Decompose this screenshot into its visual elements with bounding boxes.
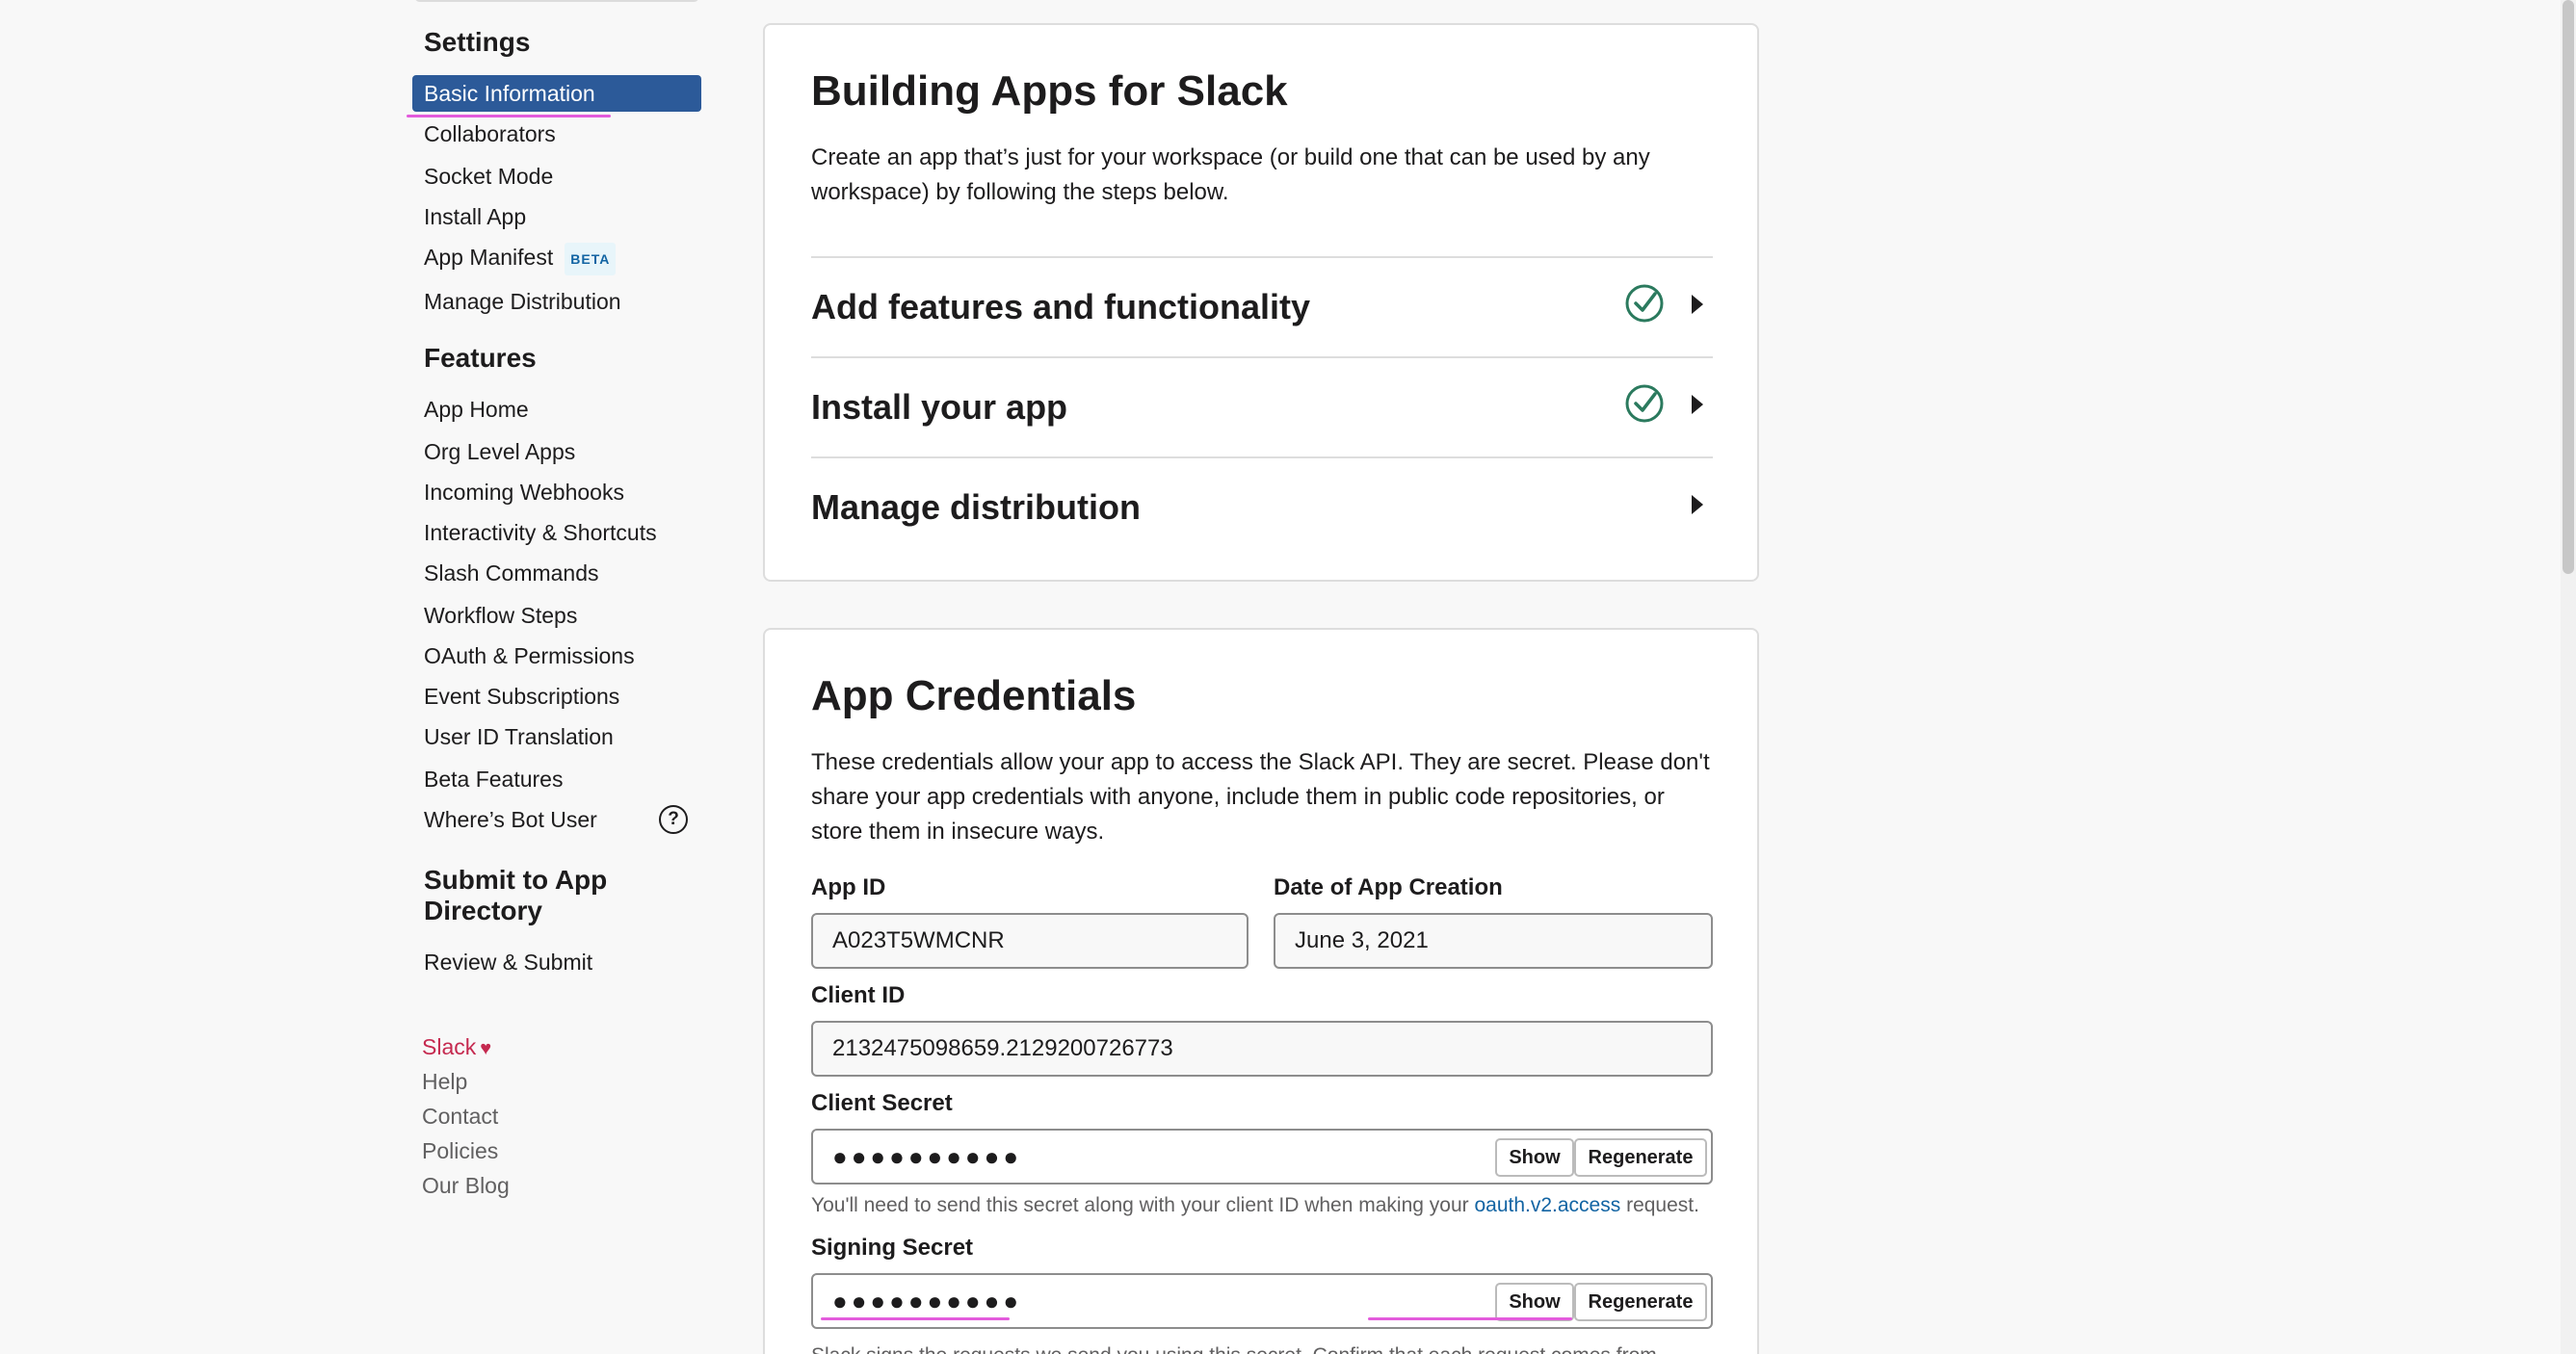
signing-secret-hint: Slack signs the requests we send you usi… (811, 1344, 1657, 1354)
step-add-features[interactable]: Add features and functionality (811, 256, 1713, 356)
client-secret-show-button[interactable]: Show (1495, 1138, 1574, 1177)
submit-heading: Submit to App Directory (424, 865, 608, 925)
sidebar-item-slash-commands[interactable]: Slash Commands (424, 559, 599, 587)
help-icon[interactable]: ? (659, 805, 688, 834)
hint-text: request. (1626, 1194, 1699, 1216)
building-apps-card: Building Apps for Slack Create an app th… (763, 23, 1759, 582)
heart-icon: ♥ (480, 1038, 492, 1059)
scrollbar[interactable] (2561, 0, 2576, 1354)
scrollbar-thumb[interactable] (2563, 0, 2574, 574)
check-circle-icon (1625, 384, 1664, 423)
building-apps-title: Building Apps for Slack (811, 67, 1288, 115)
footer-link-label: Slack (422, 1034, 477, 1059)
client-secret-hint: You'll need to send this secret along wi… (811, 1194, 1699, 1217)
sidebar-item-incoming-webhooks[interactable]: Incoming Webhooks (424, 478, 624, 507)
beta-badge: BETA (565, 243, 617, 275)
settings-heading: Settings (424, 27, 531, 57)
sidebar-item-collaborators[interactable]: Collaborators (424, 119, 556, 148)
features-heading: Features (424, 343, 537, 373)
app-id-field[interactable]: A023T5WMCNR (811, 913, 1249, 969)
app-id-label: App ID (811, 874, 886, 900)
step-install-app[interactable]: Install your app (811, 356, 1713, 456)
footer-link-help[interactable]: Help (422, 1067, 467, 1096)
footer-link-policies[interactable]: Policies (422, 1136, 498, 1165)
footer-link-our-blog[interactable]: Our Blog (422, 1171, 510, 1200)
sidebar-item-app-home[interactable]: App Home (424, 395, 529, 424)
step-manage-distribution[interactable]: Manage distribution (811, 456, 1713, 557)
step-label: Install your app (811, 387, 1068, 427)
building-apps-description: Create an app that’s just for your works… (811, 144, 1650, 205)
sidebar-item-label: App Manifest (424, 245, 554, 271)
sidebar-item-event-subscriptions[interactable]: Event Subscriptions (424, 682, 619, 711)
signing-secret-regenerate-button[interactable]: Regenerate (1574, 1283, 1707, 1321)
oauth-access-link[interactable]: oauth.v2.access (1474, 1194, 1620, 1216)
sidebar-item-wheres-bot-user[interactable]: Where’s Bot User (424, 805, 597, 834)
app-credentials-description: These credentials allow your app to acce… (811, 749, 1710, 845)
sidebar-item-workflow-steps[interactable]: Workflow Steps (424, 601, 577, 630)
sidebar-item-beta-features[interactable]: Beta Features (424, 765, 563, 794)
app-credentials-card: App Credentials These credentials allow … (763, 628, 1759, 1354)
sidebar-item-app-manifest[interactable]: App Manifest BETA (424, 243, 617, 275)
date-label: Date of App Creation (1274, 874, 1503, 900)
highlight-underline (821, 1317, 1010, 1320)
caret-right-icon[interactable] (1692, 395, 1703, 414)
sidebar-item-review-submit[interactable]: Review & Submit (424, 948, 592, 976)
highlight-underline (407, 115, 611, 117)
caret-right-icon[interactable] (1692, 495, 1703, 514)
date-field[interactable]: June 3, 2021 (1274, 913, 1713, 969)
client-id-field[interactable]: 2132475098659.2129200726773 (811, 1021, 1713, 1077)
sidebar-item-install-app[interactable]: Install App (424, 202, 526, 231)
client-id-label: Client ID (811, 982, 906, 1008)
signing-secret-show-button[interactable]: Show (1495, 1283, 1574, 1321)
signing-secret-label: Signing Secret (811, 1235, 974, 1261)
sidebar-item-manage-distribution[interactable]: Manage Distribution (424, 287, 621, 316)
sidebar-item-org-level-apps[interactable]: Org Level Apps (424, 437, 575, 466)
footer-link-slack[interactable]: Slack ♥ (422, 1032, 491, 1063)
client-secret-label: Client Secret (811, 1090, 953, 1116)
footer-link-contact[interactable]: Contact (422, 1102, 498, 1131)
sidebar-item-oauth-permissions[interactable]: OAuth & Permissions (424, 641, 635, 670)
highlight-underline (1368, 1317, 1572, 1320)
app-credentials-title: App Credentials (811, 672, 1137, 719)
caret-right-icon[interactable] (1692, 295, 1703, 314)
check-circle-icon (1625, 284, 1664, 323)
client-secret-regenerate-button[interactable]: Regenerate (1574, 1138, 1707, 1177)
step-label: Add features and functionality (811, 287, 1311, 326)
hint-text: You'll need to send this secret along wi… (811, 1194, 1469, 1216)
search-input[interactable] (414, 0, 699, 2)
sidebar-item-user-id-translation[interactable]: User ID Translation (424, 722, 614, 751)
sidebar-item-socket-mode[interactable]: Socket Mode (424, 162, 553, 191)
sidebar-item-interactivity-shortcuts[interactable]: Interactivity & Shortcuts (424, 518, 657, 547)
sidebar-item-basic-information[interactable]: Basic Information (412, 75, 701, 112)
step-label: Manage distribution (811, 487, 1141, 527)
sidebar: Settings Basic Information Collaborators… (0, 0, 751, 1354)
